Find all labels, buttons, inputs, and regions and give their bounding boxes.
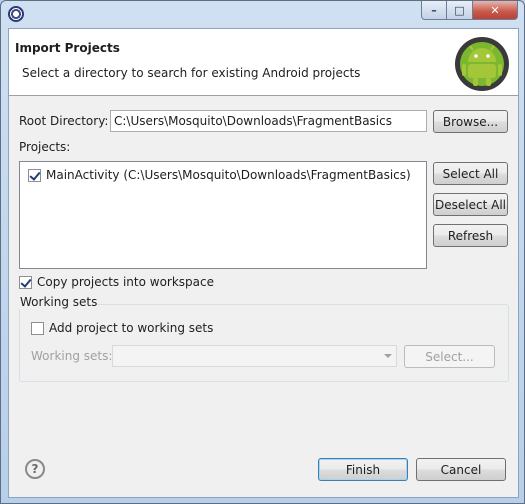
eclipse-icon — [8, 6, 24, 22]
dialog-message: Select a directory to search for existin… — [22, 66, 361, 80]
add-to-working-sets-checkbox[interactable] — [31, 321, 44, 335]
working-sets-group — [19, 304, 509, 382]
copy-into-workspace-option[interactable]: Copy projects into workspace — [19, 275, 214, 289]
dialog-client-area: Import Projects Select a directory to se… — [8, 28, 519, 498]
root-directory-label: Root Directory: — [19, 114, 109, 128]
android-logo — [455, 37, 509, 91]
working-sets-group-label: Working sets — [19, 295, 99, 309]
select-all-button[interactable]: Select All — [433, 162, 508, 185]
working-sets-field-label: Working sets: — [31, 349, 113, 363]
add-to-working-sets-option[interactable]: Add project to working sets — [31, 321, 213, 335]
add-to-working-sets-label: Add project to working sets — [49, 321, 214, 335]
title-bar[interactable]: – □ ✕ — [1, 1, 524, 27]
refresh-button[interactable]: Refresh — [433, 224, 508, 247]
copy-into-workspace-label: Copy projects into workspace — [37, 275, 215, 289]
list-item[interactable]: MainActivity (C:\Users\Mosquito\Download… — [28, 168, 411, 182]
help-icon[interactable]: ? — [25, 459, 45, 479]
projects-label: Projects: — [19, 140, 71, 154]
copy-into-workspace-checkbox[interactable] — [19, 275, 32, 289]
project-label: MainActivity (C:\Users\Mosquito\Download… — [46, 168, 411, 182]
cancel-button[interactable]: Cancel — [416, 458, 506, 481]
minimize-button[interactable]: – — [421, 1, 447, 20]
browse-button[interactable]: Browse... — [433, 110, 508, 133]
window-controls: – □ ✕ — [421, 1, 518, 20]
root-directory-input[interactable]: C:\Users\Mosquito\Downloads\FragmentBasi… — [110, 110, 427, 132]
deselect-all-button[interactable]: Deselect All — [433, 193, 508, 216]
import-projects-dialog: – □ ✕ Import Projects Select a directory… — [0, 0, 525, 504]
select-working-sets-button[interactable]: Select... — [404, 345, 495, 368]
maximize-button[interactable]: □ — [447, 1, 473, 20]
finish-button[interactable]: Finish — [318, 458, 408, 481]
working-sets-combo[interactable] — [112, 345, 397, 367]
close-button[interactable]: ✕ — [473, 1, 518, 20]
project-checkbox[interactable] — [28, 168, 41, 182]
dialog-header: Import Projects Select a directory to se… — [9, 29, 518, 96]
dialog-title: Import Projects — [15, 41, 120, 55]
projects-list[interactable]: MainActivity (C:\Users\Mosquito\Download… — [19, 161, 427, 269]
chevron-down-icon — [384, 354, 392, 358]
